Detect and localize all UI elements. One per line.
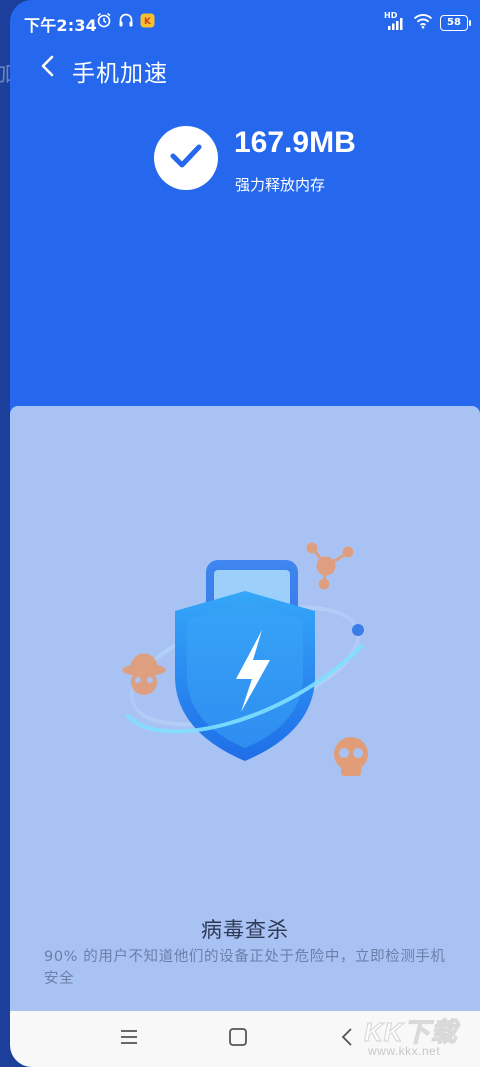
freed-memory-amount: 167.9MB bbox=[234, 126, 356, 159]
card-description: 90% 的用户不知道他们的设备正处于危险中，立即检测手机安全 bbox=[44, 949, 446, 987]
back-button[interactable] bbox=[30, 50, 66, 86]
menu-icon bbox=[119, 1029, 139, 1049]
home-icon bbox=[228, 1027, 248, 1051]
virus-shield-illustration bbox=[100, 536, 390, 796]
card-title: 病毒查杀 bbox=[201, 918, 289, 942]
back-icon bbox=[340, 1027, 354, 1051]
check-badge bbox=[154, 126, 218, 190]
virus-scan-card[interactable]: 病毒查杀 90% 的用户不知道他们的设备正处于危险中，立即检测手机安全 bbox=[10, 406, 480, 1011]
wifi-icon bbox=[413, 13, 433, 33]
headphones-icon bbox=[118, 12, 134, 32]
result-summary: 167.9MB 强力释放内存 bbox=[154, 126, 454, 196]
watermark-logo: KK下载 www.kkx.net bbox=[363, 1008, 474, 1064]
app-screen: 下午2:34 K HD 58 手机加速 167.9MB 强力释放内存 病毒查杀 … bbox=[10, 0, 480, 1067]
app-notification-icon: K bbox=[140, 13, 155, 32]
freed-memory-caption: 强力释放内存 bbox=[235, 176, 326, 194]
battery-level: 58 bbox=[447, 17, 461, 28]
check-icon bbox=[169, 142, 203, 174]
status-right-icons: HD 58 bbox=[384, 12, 471, 33]
signal-icon: HD bbox=[384, 12, 406, 31]
watermark-url: www.kkx.net bbox=[368, 1044, 441, 1058]
home-button[interactable] bbox=[223, 1025, 253, 1053]
page-title: 手机加速 bbox=[72, 61, 168, 87]
header: 手机加速 bbox=[10, 46, 480, 90]
status-left-icons: K bbox=[96, 12, 155, 32]
menu-button[interactable] bbox=[114, 1025, 144, 1053]
svg-text:K: K bbox=[144, 17, 152, 27]
alarm-icon bbox=[96, 12, 112, 32]
battery-icon: 58 bbox=[440, 15, 471, 31]
status-bar: 下午2:34 K HD 58 bbox=[10, 0, 480, 46]
nav-back-button[interactable] bbox=[332, 1025, 362, 1053]
status-time: 下午2:34 bbox=[24, 16, 97, 35]
chevron-left-icon bbox=[39, 55, 57, 81]
